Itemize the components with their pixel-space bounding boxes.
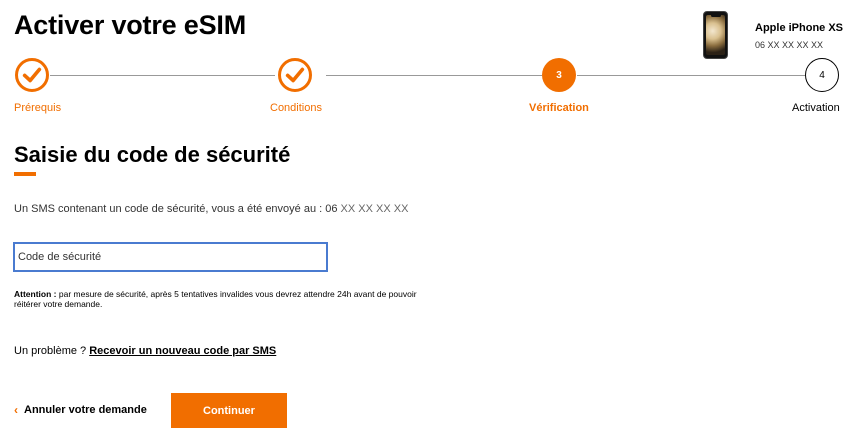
step-connector <box>50 75 275 76</box>
problem-line: Un problème ? Recevoir un nouveau code p… <box>14 345 276 357</box>
attempts-warning: Attention : par mesure de sécurité, aprè… <box>14 289 444 309</box>
step-prerequis-check-icon <box>15 58 49 92</box>
warning-text: par mesure de sécurité, après 5 tentativ… <box>14 289 417 309</box>
step-activation-circle: 4 <box>805 58 839 92</box>
device-number: 06 XX XX XX XX <box>755 40 824 50</box>
step-label-activation: Activation <box>792 102 840 114</box>
sms-sent-message: Un SMS contenant un code de sécurité, vo… <box>14 203 408 215</box>
page-title: Activer votre eSIM <box>14 10 246 40</box>
sms-number: XX XX XX XX <box>340 203 409 215</box>
continue-button[interactable]: Continuer <box>171 393 287 428</box>
title-underline <box>14 172 36 176</box>
cancel-request-link[interactable]: ‹ Annuler votre demande <box>14 403 147 417</box>
security-code-input[interactable] <box>13 242 328 272</box>
progress-stepper: Prérequis Conditions 3 Vérification 4 Ac… <box>0 58 852 120</box>
step-label-conditions: Conditions <box>270 102 322 114</box>
sms-text: Un SMS contenant un code de sécurité, vo… <box>14 203 341 215</box>
step-verification-circle: 3 <box>542 58 576 92</box>
resend-code-link[interactable]: Recevoir un nouveau code par SMS <box>89 345 276 357</box>
step-conditions-check-icon <box>278 58 312 92</box>
device-summary: Apple iPhone XS 06 XX XX XX XX <box>703 10 848 62</box>
step-connector <box>326 75 542 76</box>
check-icon <box>285 67 305 83</box>
iphone-image <box>703 11 728 59</box>
section-title: Saisie du code de sécurité <box>14 142 291 167</box>
step-label-prerequis: Prérequis <box>14 102 62 114</box>
cancel-label: Annuler votre demande <box>24 404 147 416</box>
warning-label: Attention : <box>14 289 57 299</box>
chevron-left-icon: ‹ <box>14 403 18 417</box>
step-label-verification: Vérification <box>529 102 589 114</box>
step-connector <box>577 75 805 76</box>
check-icon <box>22 67 42 83</box>
device-name: Apple iPhone XS <box>755 22 844 34</box>
problem-text: Un problème ? <box>14 345 90 357</box>
